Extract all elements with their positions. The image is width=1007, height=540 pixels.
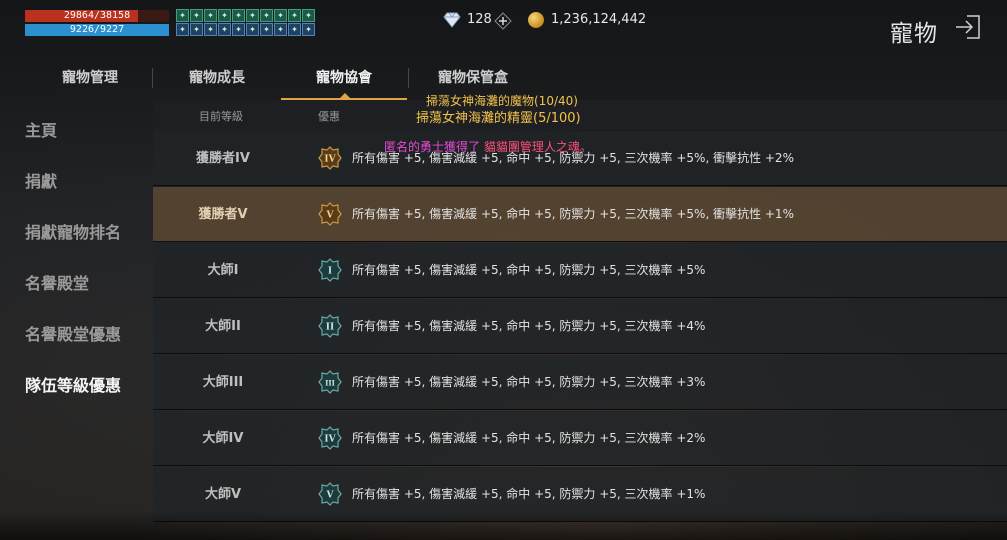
buff-icon[interactable]: ✦ [274, 9, 287, 22]
table-row: 大師I I 所有傷害 +5, 傷害減緩 +5, 命中 +5, 防禦力 +5, 三次機… [153, 243, 1007, 298]
buff-icon[interactable]: ✦ [218, 9, 231, 22]
sidebar-item-hall-of-fame-benefits[interactable]: 名譽殿堂優惠 [25, 321, 121, 345]
mp-bar: 9226/9227 [25, 24, 169, 36]
hp-text: 29864/38158 [63, 10, 131, 21]
notice-text: 匿名的勇士獲得了 [384, 140, 481, 154]
buff-icon[interactable]: ✦ [288, 23, 301, 36]
rank-badge-numeral: IV [324, 435, 336, 445]
notice-item-name: 貓貓團管理人之魂。 [483, 140, 592, 154]
buff-icon[interactable]: ✦ [232, 9, 245, 22]
header-current-level: 目前等級 [199, 110, 243, 123]
rank-name: 大師III [202, 375, 244, 390]
add-gems-icon[interactable] [494, 12, 512, 30]
sidebar-item-donate[interactable]: 捐獻 [25, 168, 57, 192]
buff-icon[interactable]: ✦ [302, 23, 315, 36]
sidebar: 主頁 捐獻 捐獻寵物排名 名譽殿堂 名譽殿堂優惠 隊伍等級優惠 [0, 100, 152, 540]
gem-icon [443, 12, 461, 28]
sidebar-item-home[interactable]: 主頁 [25, 117, 57, 141]
table-row: 大師V V 所有傷害 +5, 傷害減緩 +5, 命中 +5, 防禦力 +5, 三次機… [153, 467, 1007, 522]
buff-icon[interactable]: ✦ [246, 23, 259, 36]
rank-badge-icon: II [318, 314, 342, 338]
gem-count: 128 [467, 12, 492, 27]
rank-name: 大師IV [202, 431, 244, 446]
rank-badge-numeral: IV [324, 155, 336, 165]
exit-icon[interactable] [953, 12, 983, 42]
buff-icons: ✦ ✦ ✦ ✦ ✦ ✦ ✦ ✦ ✦ ✦ ✦ ✦ ✦ ✦ ✦ ✦ ✦ ✦ ✦ ✦ [176, 9, 315, 36]
hp-bar: 29864/38158 [25, 10, 169, 22]
gold-coin-icon [528, 12, 544, 28]
header-benefits: 優惠 [318, 110, 340, 123]
active-tab-caret-icon [340, 93, 350, 98]
rank-badge-numeral: I [328, 267, 332, 277]
buff-icon[interactable]: ✦ [176, 9, 189, 22]
rank-badge-numeral: V [326, 491, 335, 501]
buff-icon[interactable]: ✦ [246, 9, 259, 22]
rank-badge-icon: I [318, 258, 342, 282]
buff-icon[interactable]: ✦ [274, 23, 287, 36]
table-row: 大師IV IV 所有傷害 +5, 傷害減緩 +5, 命中 +5, 防禦力 +5, 三… [153, 411, 1007, 466]
rank-name: 獲勝者IV [196, 151, 250, 166]
rank-badge-icon: V [318, 202, 342, 226]
benefit-text: 所有傷害 +5, 傷害減緩 +5, 命中 +5, 防禦力 +5, 三次機率 +2… [352, 431, 706, 445]
buff-icon[interactable]: ✦ [260, 9, 273, 22]
tab-pet-association[interactable]: 寵物協會 [281, 58, 407, 98]
sidebar-item-hall-of-fame[interactable]: 名譽殿堂 [25, 270, 89, 294]
rank-name: 大師V [204, 487, 242, 502]
tab-divider [408, 68, 409, 88]
rank-badge-numeral: III [325, 379, 335, 388]
buff-icon[interactable]: ✦ [204, 9, 217, 22]
buff-icon[interactable]: ✦ [288, 9, 301, 22]
buff-icon[interactable]: ✦ [232, 23, 245, 36]
buff-icon[interactable]: ✦ [204, 23, 217, 36]
tab-pet-growth[interactable]: 寵物成長 [167, 58, 267, 98]
benefit-text: 所有傷害 +5, 傷害減緩 +5, 命中 +5, 防禦力 +5, 三次機率 +4… [352, 319, 706, 333]
page-title: 寵物 [890, 21, 938, 47]
buff-icon[interactable]: ✦ [218, 23, 231, 36]
rank-name: 大師I [207, 263, 239, 278]
buff-icon[interactable]: ✦ [302, 9, 315, 22]
status-bars: 29864/38158 9226/9227 [25, 10, 169, 38]
quest-tracker-line-2: 掃蕩女神海灘的精靈(5/100) [416, 111, 581, 126]
mp-text: 9226/9227 [69, 24, 125, 35]
buff-icon[interactable]: ✦ [190, 23, 203, 36]
benefit-text: 所有傷害 +5, 傷害減緩 +5, 命中 +5, 防禦力 +5, 三次機率 +5… [352, 263, 706, 277]
benefit-text: 所有傷害 +5, 傷害減緩 +5, 命中 +5, 防禦力 +5, 三次機率 +5… [352, 207, 794, 221]
benefits-table: 目前等級 優惠 獲勝者IV IV 所有傷害 +5, 傷害減緩 +5, 命中 +5, … [153, 100, 1007, 540]
gold-count: 1,236,124,442 [551, 12, 647, 27]
rank-badge-numeral: V [326, 211, 335, 221]
table-row: 獲勝者V V 所有傷害 +5, 傷害減緩 +5, 命中 +5, 防禦力 +5, 三次… [153, 187, 1007, 242]
rank-badge-icon: IV [318, 426, 342, 450]
table-row: 大師III III 所有傷害 +5, 傷害減緩 +5, 命中 +5, 防禦力 +5,… [153, 355, 1007, 410]
rank-badge-icon: V [318, 482, 342, 506]
table-row: 大師II II 所有傷害 +5, 傷害減緩 +5, 命中 +5, 防禦力 +5, 三… [153, 299, 1007, 354]
benefit-text: 所有傷害 +5, 傷害減緩 +5, 命中 +5, 防禦力 +5, 三次機率 +3… [352, 375, 706, 389]
rank-badge-icon: IV [318, 146, 342, 170]
benefit-text: 所有傷害 +5, 傷害減緩 +5, 命中 +5, 防禦力 +5, 三次機率 +1… [352, 487, 706, 501]
tab-pet-management[interactable]: 寵物管理 [40, 58, 140, 98]
sidebar-item-team-level-benefits[interactable]: 隊伍等級優惠 [25, 372, 121, 396]
system-notice: 匿名的勇士獲得了 貓貓團管理人之魂。 [384, 138, 592, 155]
rank-badge-icon: III [318, 370, 342, 394]
buff-icon[interactable]: ✦ [260, 23, 273, 36]
rank-name: 獲勝者V [198, 207, 248, 222]
top-bar: 29864/38158 9226/9227 ✦ ✦ ✦ ✦ ✦ ✦ ✦ ✦ ✦ ✦ ✦ ✦ ✦ ✦ ✦ ✦ ✦ ✦… [0, 0, 1007, 56]
sidebar-item-donation-ranking[interactable]: 捐獻寵物排名 [25, 219, 121, 243]
rank-badge-numeral: II [326, 323, 334, 333]
tab-divider [152, 68, 153, 88]
buff-icon[interactable]: ✦ [190, 9, 203, 22]
buff-icon[interactable]: ✦ [176, 23, 189, 36]
rank-name: 大師II [205, 319, 241, 334]
